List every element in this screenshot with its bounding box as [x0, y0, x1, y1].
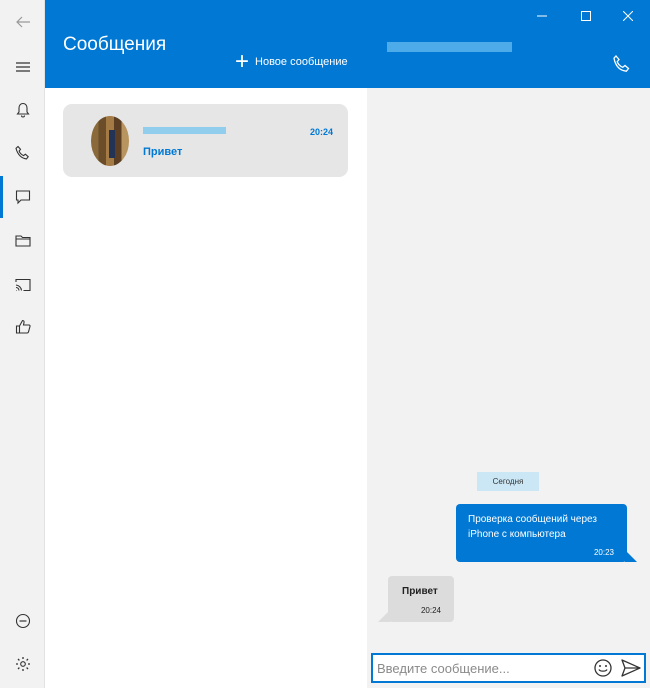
new-message-label: Новое сообщение: [255, 56, 348, 68]
maximize-icon: [581, 11, 591, 21]
send-button[interactable]: [621, 659, 641, 677]
phone-icon: [613, 55, 630, 72]
menu-button[interactable]: [0, 45, 45, 89]
conversation-list: [45, 88, 367, 688]
chat-contact-name-redacted: [387, 42, 512, 52]
message-time: 20:24: [420, 606, 441, 615]
message-composer: [371, 653, 646, 683]
smiley-icon: [594, 659, 612, 677]
do-not-disturb-button[interactable]: [0, 599, 45, 643]
conversation-item[interactable]: 20:24 Привет: [63, 104, 348, 177]
files-button[interactable]: [0, 219, 45, 263]
avatar: [91, 116, 129, 166]
new-message-button[interactable]: + Новое сообщение: [235, 48, 348, 75]
plus-icon: +: [235, 48, 250, 75]
message-text: Проверка сообщений через iPhone с компью…: [468, 514, 597, 540]
emoji-button[interactable]: [593, 658, 613, 678]
hamburger-menu-icon: [15, 62, 30, 72]
folder-icon: [14, 235, 31, 247]
conversation-time: 20:24: [309, 127, 333, 137]
cast-icon: [14, 278, 31, 292]
navigation-rail: [0, 0, 45, 688]
minus-circle-icon: [15, 613, 30, 629]
bell-icon: [15, 102, 30, 118]
conversation-list-header: Сообщения + Новое сообщение: [45, 0, 367, 88]
send-icon: [621, 659, 641, 677]
chat-header: [367, 0, 650, 88]
phone-icon: [14, 145, 29, 160]
message-text: Привет: [402, 586, 438, 597]
call-button[interactable]: [612, 54, 632, 74]
incoming-message: Привет 20:24: [378, 576, 454, 622]
feedback-button[interactable]: [0, 305, 45, 349]
close-icon: [623, 11, 633, 21]
screen-mirror-button[interactable]: [0, 263, 45, 307]
back-arrow-icon: [15, 16, 30, 28]
calls-button[interactable]: [0, 131, 45, 175]
messages-button[interactable]: [0, 175, 45, 219]
maximize-button[interactable]: [574, 6, 598, 26]
thumbs-up-icon: [15, 319, 31, 334]
notifications-button[interactable]: [0, 88, 45, 132]
minimize-icon: [537, 15, 547, 17]
conversation-preview: Привет: [143, 146, 183, 158]
date-separator: Сегодня: [477, 472, 539, 491]
chat-icon: [15, 190, 30, 205]
page-title: Сообщения: [63, 34, 167, 55]
contact-name-redacted: [143, 127, 226, 134]
outgoing-message: Проверка сообщений через iPhone с компью…: [456, 504, 637, 562]
settings-button[interactable]: [0, 642, 45, 686]
gear-icon: [15, 657, 30, 671]
message-input[interactable]: [377, 658, 587, 678]
close-button[interactable]: [616, 6, 640, 26]
message-time: 20:23: [593, 548, 614, 557]
back-button[interactable]: [0, 0, 45, 44]
minimize-button[interactable]: [530, 6, 554, 26]
